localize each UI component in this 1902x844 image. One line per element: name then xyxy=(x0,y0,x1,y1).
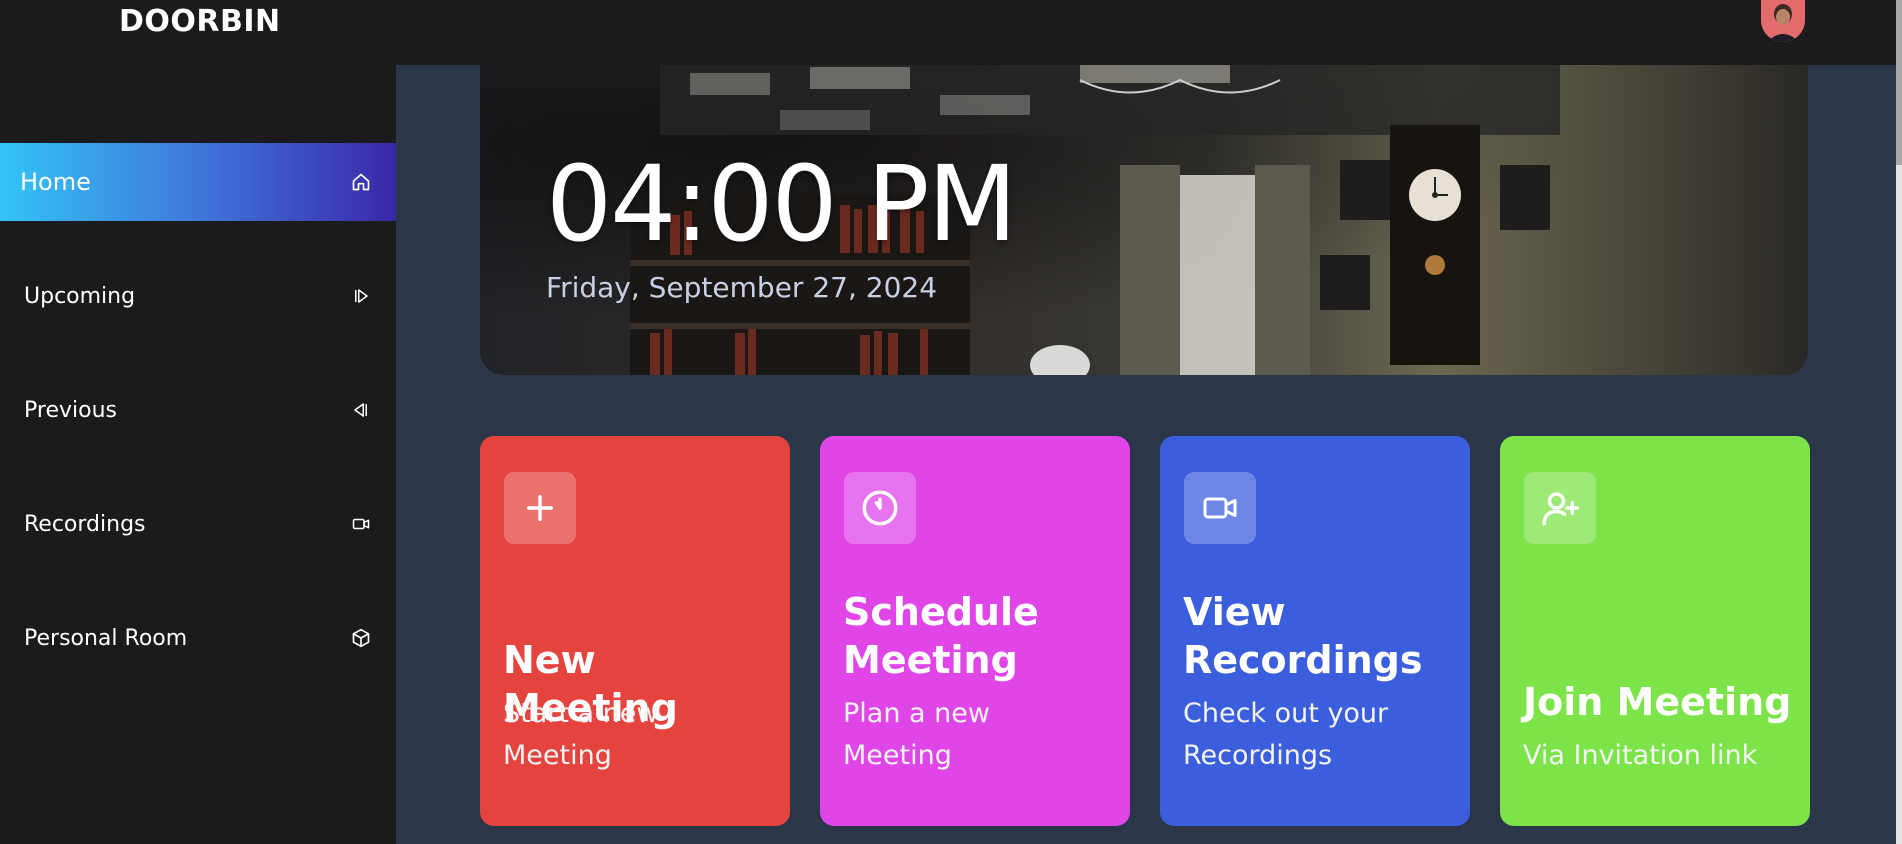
view-recordings-card[interactable]: View Recordings Check out your Recording… xyxy=(1160,436,1470,826)
card-subtitle: Check out your Recordings xyxy=(1183,698,1389,771)
sidebar-item-label: Recordings xyxy=(24,511,146,537)
skip-forward-icon xyxy=(350,285,372,307)
sidebar-item-label: Upcoming xyxy=(24,283,136,309)
sidebar-item-previous[interactable]: Previous xyxy=(0,371,396,449)
sidebar-item-label: Personal Room xyxy=(24,625,188,651)
cube-icon xyxy=(350,627,372,649)
join-meeting-card[interactable]: Join Meeting Via Invitation link xyxy=(1500,436,1810,826)
hero-banner: 04:00 PM Friday, September 27, 2024 xyxy=(480,65,1808,375)
video-icon xyxy=(350,513,372,535)
card-subtitle: Via Invitation link xyxy=(1523,740,1758,771)
card-title: View Recordings xyxy=(1183,590,1423,682)
main-content: 04:00 PM Friday, September 27, 2024 New … xyxy=(396,65,1896,844)
user-avatar[interactable] xyxy=(1761,0,1805,42)
scrollbar-thumb[interactable] xyxy=(1896,0,1902,165)
current-date: Friday, September 27, 2024 xyxy=(546,271,938,304)
clock-icon xyxy=(844,472,916,544)
plus-icon xyxy=(504,472,576,544)
sidebar-item-personal-room[interactable]: Personal Room xyxy=(0,599,396,677)
schedule-meeting-card[interactable]: Schedule Meeting Plan a new Meeting xyxy=(820,436,1130,826)
user-plus-icon xyxy=(1524,472,1596,544)
sidebar: Home Upcoming Previous Recordings Person… xyxy=(0,65,396,844)
current-time: 04:00 PM xyxy=(546,143,1017,265)
sidebar-item-home[interactable]: Home xyxy=(0,143,396,221)
card-title: Schedule Meeting xyxy=(843,590,1039,682)
app-logo[interactable]: DOORBIN xyxy=(119,4,281,39)
sidebar-item-recordings[interactable]: Recordings xyxy=(0,485,396,563)
skip-back-icon xyxy=(350,399,372,421)
page-scrollbar[interactable] xyxy=(1896,0,1902,844)
card-subtitle: Plan a new Meeting xyxy=(843,698,990,771)
new-meeting-card[interactable]: New Meeting Start a new Meeting xyxy=(480,436,790,826)
video-icon xyxy=(1184,472,1256,544)
sidebar-item-label: Previous xyxy=(24,397,117,423)
home-icon xyxy=(350,171,372,193)
top-bar: DOORBIN xyxy=(0,0,1896,65)
card-title: Join Meeting xyxy=(1523,680,1792,724)
card-subtitle: Start a new Meeting xyxy=(503,698,659,771)
sidebar-item-upcoming[interactable]: Upcoming xyxy=(0,257,396,335)
sidebar-item-label: Home xyxy=(20,168,91,196)
